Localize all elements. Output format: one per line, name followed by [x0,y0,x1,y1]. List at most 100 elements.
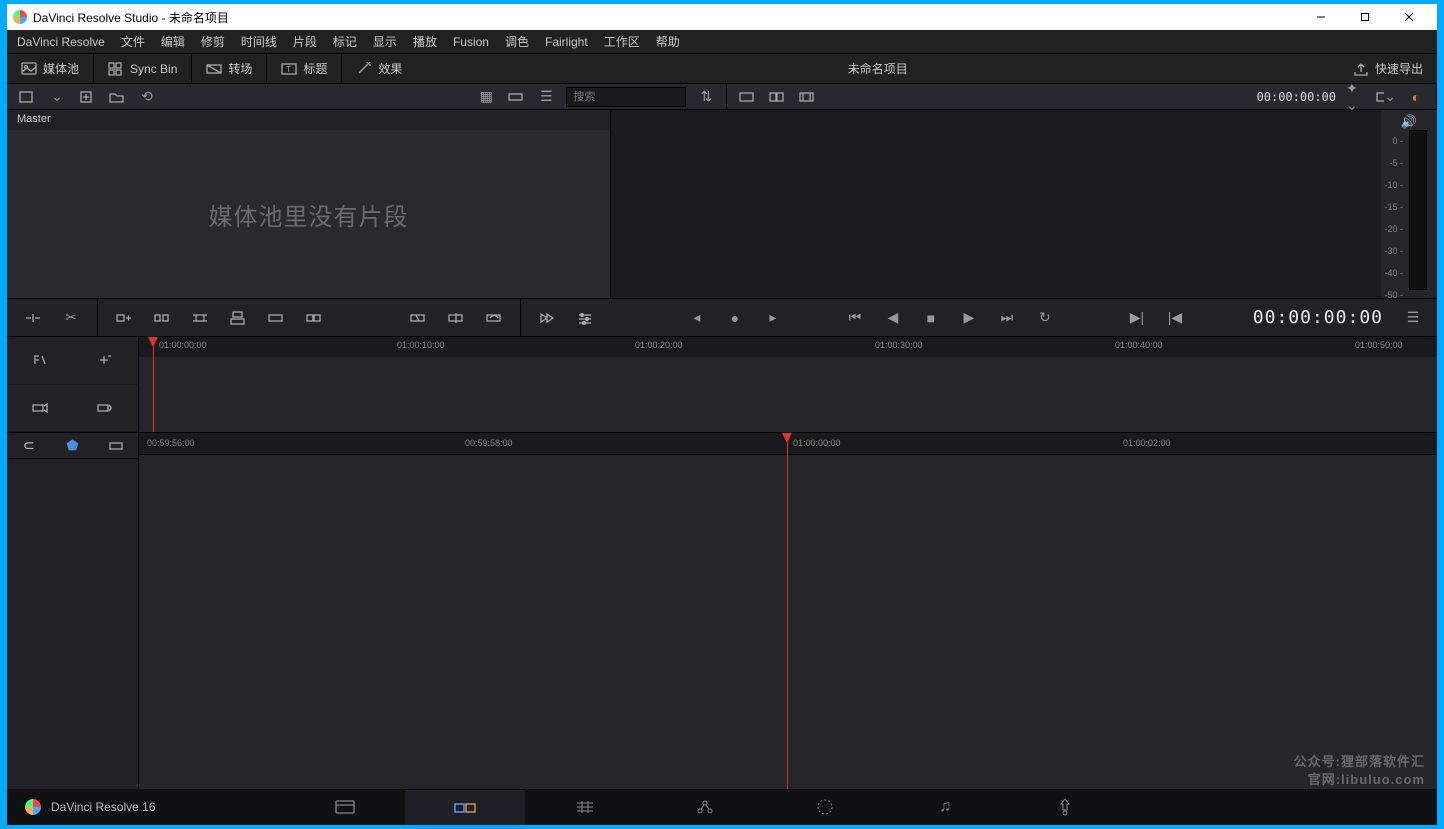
thumbnail-view-button[interactable]: ▦ [476,87,496,107]
search-input[interactable] [566,87,686,107]
next-clip-icon[interactable]: ▶| [1127,308,1147,328]
transition-icon [206,62,222,76]
menu-icon[interactable]: ☰ [1403,308,1423,328]
page-deliver[interactable] [1005,789,1125,825]
bin-list-button[interactable] [17,87,37,107]
menu-view[interactable]: 显示 [373,33,397,50]
timeline-upper-side [7,337,139,432]
page-fusion[interactable] [645,789,765,825]
timeline-mode-a-icon[interactable] [30,350,50,370]
window-titlebar: DaVinci Resolve Studio - 未命名项目 [7,4,1437,30]
split-view-button[interactable] [767,87,787,107]
timeline-mode-b-icon[interactable] [95,350,115,370]
export-icon [1353,62,1369,76]
close-button[interactable] [1387,4,1431,30]
sync-icon[interactable]: ⟲ [137,87,157,107]
stop-icon[interactable]: ■ [921,308,941,328]
place-on-top-icon[interactable] [228,308,248,328]
project-title: 未命名项目 [416,60,1339,77]
minimize-button[interactable] [1299,4,1343,30]
menu-trim[interactable]: 修剪 [201,33,225,50]
page-cut[interactable] [405,789,525,825]
audio-meter: 🔊 0 - -5 - -10 - -15 - -20 - -30 - -40 -… [1381,110,1437,298]
effects-toggle[interactable]: 效果 [342,54,416,84]
page-nav: DaVinci Resolve 16 ♫ [7,789,1437,825]
smart-insert-icon[interactable] [23,308,43,328]
page-fairlight[interactable]: ♫ [885,789,1005,825]
snap-icon[interactable]: ⊂ [19,436,39,456]
video-track-icon[interactable] [30,398,50,418]
upper-playhead[interactable] [153,337,154,432]
import-media-button[interactable] [77,87,97,107]
audio-track-icon[interactable] [95,398,115,418]
next-edit-icon[interactable]: ▸ [763,308,783,328]
dissolve-icon[interactable] [408,308,428,328]
chevron-down-icon[interactable]: ⌄ [47,87,67,107]
syncbin-toggle[interactable]: Sync Bin [94,54,192,84]
mediapool-master-label[interactable]: Master [7,110,610,130]
menu-file[interactable]: 文件 [121,33,145,50]
meter-bar [1409,130,1427,290]
wand-icon [356,62,372,76]
strip-view-button[interactable] [506,87,526,107]
stop-dot-icon[interactable]: ● [725,308,745,328]
flag-icon[interactable] [106,436,126,456]
timeline-options-icon[interactable] [575,308,595,328]
page-media[interactable] [285,789,405,825]
titles-toggle[interactable]: T 标题 [267,54,342,84]
tools-dropdown[interactable]: ✦ ⌄ [1346,87,1366,107]
append-icon[interactable] [114,308,134,328]
fast-review-icon[interactable] [537,308,557,328]
cut-icon[interactable] [446,308,466,328]
menu-help[interactable]: 帮助 [656,33,680,50]
marker-icon[interactable]: ⬟ [62,436,82,456]
mediapool-toggle[interactable]: 媒体池 [7,54,94,84]
home-button[interactable]: DaVinci Resolve 16 [7,799,174,815]
speaker-icon[interactable]: 🔊 [1401,114,1417,130]
boring-detector-button[interactable] [737,87,757,107]
bypass-grade-button[interactable]: ◐ [1406,87,1426,107]
maximize-button[interactable] [1343,4,1387,30]
lower-playhead[interactable] [787,433,788,789]
sort-button[interactable]: ⇅ [696,87,716,107]
menu-mark[interactable]: 标记 [333,33,357,50]
play-reverse-icon[interactable]: ◀ [883,308,903,328]
timeline-lower-canvas[interactable]: 00:59:56:00 00:59:58:00 01:00:00:00 01:0… [139,433,1437,789]
timeline-upper-canvas[interactable]: 01:00:00:00 01:00:10:00 01:00:20:00 01:0… [139,337,1437,432]
meter-scale: 0 - -5 - -10 - -15 - -20 - -30 - -40 - -… [1384,130,1403,306]
ripple-icon[interactable] [152,308,172,328]
menu-workspace[interactable]: 工作区 [604,33,640,50]
import-folder-button[interactable] [107,87,127,107]
viewer-timecode[interactable]: 00:00:00:00 [1257,90,1336,104]
viewer-mode-dropdown[interactable]: ⌄ [1376,87,1396,107]
list-view-button[interactable]: ☰ [536,87,556,107]
menu-playback[interactable]: 播放 [413,33,437,50]
menu-color[interactable]: 调色 [505,33,529,50]
timeline-upper-ruler[interactable]: 01:00:00:00 01:00:10:00 01:00:20:00 01:0… [139,337,1437,357]
prev-edit-icon[interactable]: ◂ [687,308,707,328]
viewer-panel[interactable] [611,110,1381,298]
menu-fusion[interactable]: Fusion [453,35,489,49]
menu-timeline[interactable]: 时间线 [241,33,277,50]
scissors-icon[interactable]: ✂ [61,308,81,328]
resolution-button[interactable] [797,87,817,107]
transport-timecode[interactable]: 00:00:00:00 [1253,307,1403,328]
menu-davinci[interactable]: DaVinci Resolve [17,35,105,49]
menu-edit[interactable]: 编辑 [161,33,185,50]
closeup-icon[interactable] [190,308,210,328]
smooth-cut-icon[interactable] [484,308,504,328]
loop-icon[interactable]: ↻ [1035,308,1055,328]
play-icon[interactable]: ▶ [959,308,979,328]
jump-start-icon[interactable]: ⏮ [845,308,865,328]
jump-end-icon[interactable]: ⏭ [997,308,1017,328]
page-color[interactable] [765,789,885,825]
transitions-toggle[interactable]: 转场 [192,54,267,84]
menu-clip[interactable]: 片段 [293,33,317,50]
page-edit[interactable] [525,789,645,825]
text-icon: T [281,62,297,76]
prev-clip-icon[interactable]: |◀ [1165,308,1185,328]
overwrite-icon[interactable] [304,308,324,328]
menu-fairlight[interactable]: Fairlight [545,35,588,49]
mediapool-empty-message: 媒体池里没有片段 [7,130,610,298]
source-overwrite-icon[interactable] [266,308,286,328]
